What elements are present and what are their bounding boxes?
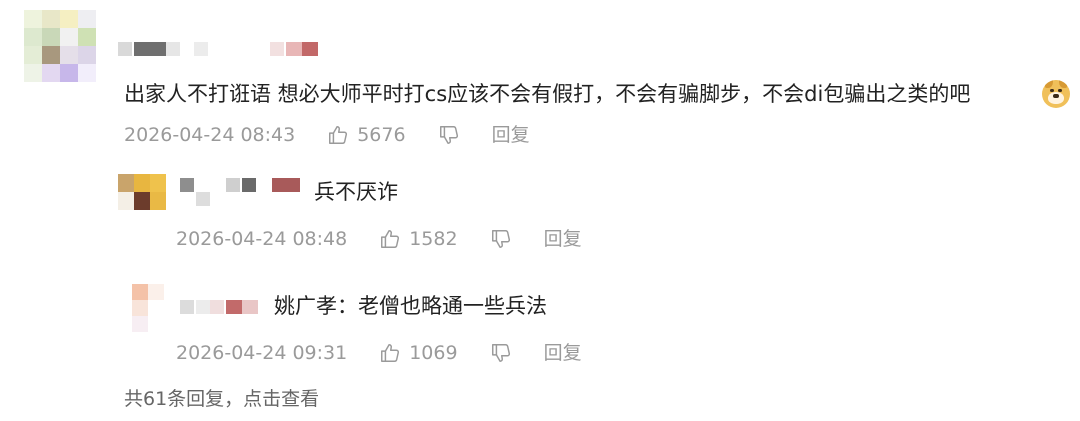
thumbs-down-icon[interactable] <box>490 228 512 250</box>
timestamp: 2026-04-24 08:48 <box>176 227 348 250</box>
reply-text: 兵不厌诈 <box>314 182 398 203</box>
reply-body: 兵不厌诈 <box>314 180 398 204</box>
reply-text: 姚广孝：老僧也略通一些兵法 <box>274 296 547 317</box>
reply-meta: 2026-04-24 08:48 1582 回复 <box>176 228 582 250</box>
like-count: 1069 <box>409 341 458 364</box>
thumbs-up-icon[interactable] <box>327 124 349 146</box>
reply-body: 姚广孝：老僧也略通一些兵法 <box>274 294 547 318</box>
doge-emoji-icon <box>1042 80 1070 108</box>
reply-avatar[interactable] <box>118 174 166 210</box>
comment-body: 出家人不打诳语 想必大师平时打cs应该不会有假打，不会有骗脚步，不会di包骗出之… <box>124 82 971 106</box>
timestamp: 2026-04-24 08:43 <box>124 123 296 146</box>
reply-avatar[interactable] <box>132 284 164 332</box>
comment-meta: 2026-04-24 08:43 5676 回复 <box>124 124 530 146</box>
reply-meta: 2026-04-24 09:31 1069 回复 <box>176 342 582 364</box>
like-count: 1582 <box>409 227 458 250</box>
view-more-replies-link[interactable]: 共61条回复，点击查看 <box>124 390 319 409</box>
thumbs-down-icon[interactable] <box>490 342 512 364</box>
timestamp: 2026-04-24 09:31 <box>176 341 348 364</box>
avatar[interactable] <box>24 10 96 82</box>
like-count: 5676 <box>357 123 406 146</box>
thumbs-down-icon[interactable] <box>438 124 460 146</box>
reply-button[interactable]: 回复 <box>544 343 582 363</box>
reply-button[interactable]: 回复 <box>544 229 582 249</box>
thumbs-up-icon[interactable] <box>379 228 401 250</box>
thumbs-up-icon[interactable] <box>379 342 401 364</box>
comment-text: 出家人不打诳语 想必大师平时打cs应该不会有假打，不会有骗脚步，不会di包骗出之… <box>124 84 970 105</box>
reply-button[interactable]: 回复 <box>492 125 530 145</box>
